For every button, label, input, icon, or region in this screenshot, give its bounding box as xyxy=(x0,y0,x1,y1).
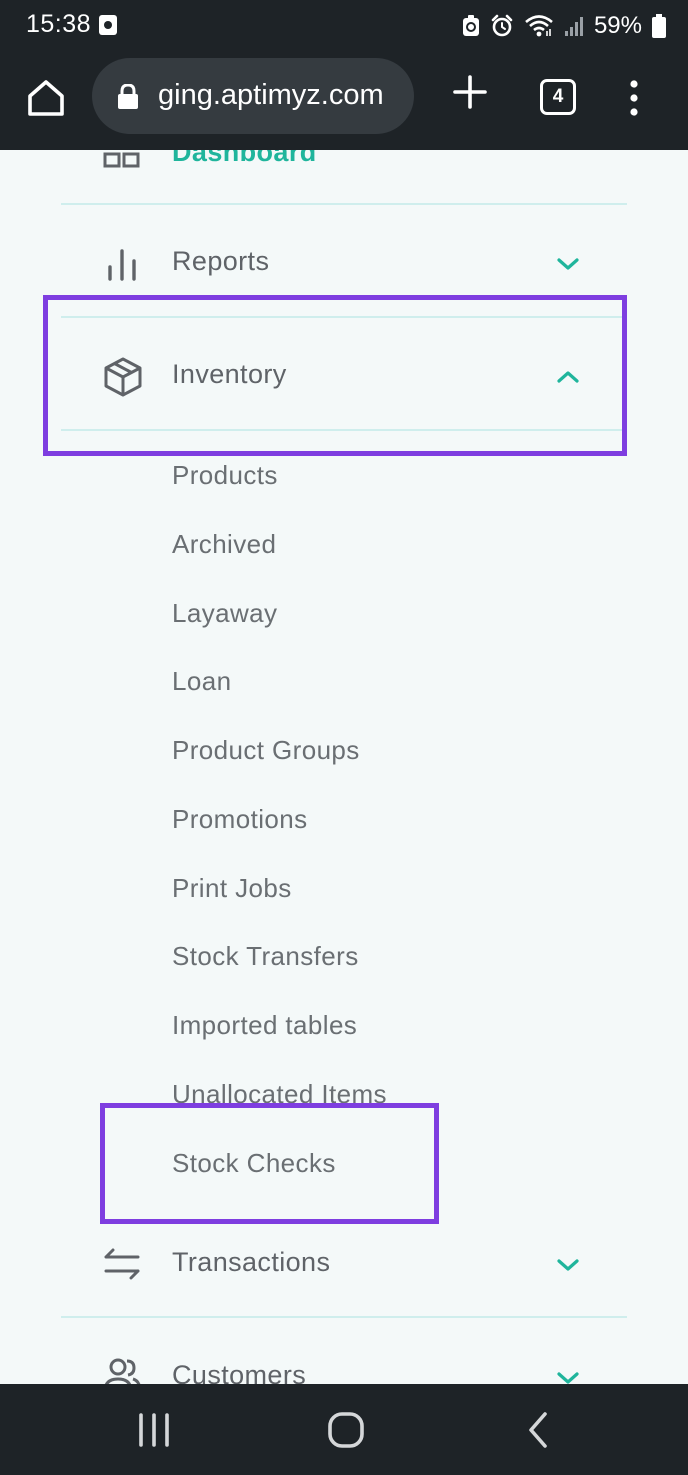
divider xyxy=(61,1316,627,1318)
home-icon[interactable] xyxy=(24,76,68,120)
tab-switcher-button[interactable]: 4 xyxy=(540,79,576,115)
notification-icon xyxy=(99,15,117,35)
recent-apps-icon[interactable] xyxy=(130,1406,178,1454)
sub-item-archived[interactable]: Archived xyxy=(172,529,276,560)
sub-item-stock-transfers[interactable]: Stock Transfers xyxy=(172,941,359,972)
battery-percentage: 59% xyxy=(593,12,642,39)
side-menu: Dashboard Reports Inventory Products Arc… xyxy=(0,150,688,1384)
home-button-icon[interactable] xyxy=(322,1406,370,1454)
sub-item-product-groups[interactable]: Product Groups xyxy=(172,735,360,766)
alarm-icon xyxy=(491,14,513,37)
status-time: 15:38 xyxy=(26,10,92,38)
system-navigation-bar xyxy=(0,1384,688,1475)
wifi-icon xyxy=(525,15,553,37)
new-tab-icon[interactable] xyxy=(452,74,488,110)
users-icon xyxy=(105,1358,141,1384)
more-options-icon[interactable] xyxy=(624,78,644,118)
nav-item-dashboard[interactable]: Dashboard xyxy=(172,150,317,168)
status-icons: 59% xyxy=(462,10,666,42)
dashboard-icon xyxy=(103,152,140,168)
browser-toolbar: ging.aptimyz.com 4 xyxy=(0,52,688,150)
swap-arrows-icon xyxy=(104,1248,140,1280)
chevron-down-icon[interactable] xyxy=(554,254,582,274)
status-bar: 15:38 59% xyxy=(0,0,688,52)
address-bar[interactable]: ging.aptimyz.com xyxy=(92,58,414,134)
sub-item-imported-tables[interactable]: Imported tables xyxy=(172,1010,357,1041)
signal-icon xyxy=(564,17,583,36)
sub-item-promotions[interactable]: Promotions xyxy=(172,804,308,835)
battery-icon xyxy=(652,14,666,38)
nav-item-customers[interactable]: Customers xyxy=(172,1360,306,1384)
url-text: ging.aptimyz.com xyxy=(158,79,384,111)
sub-item-products[interactable]: Products xyxy=(172,460,278,491)
bar-chart-icon xyxy=(108,249,136,281)
sub-item-loan[interactable]: Loan xyxy=(172,666,231,697)
chevron-down-icon[interactable] xyxy=(554,1368,582,1384)
stock-checks-highlight-box xyxy=(100,1103,439,1224)
divider xyxy=(61,203,627,205)
chevron-down-icon[interactable] xyxy=(554,1255,582,1275)
nav-item-reports[interactable]: Reports xyxy=(172,246,269,277)
nav-item-transactions[interactable]: Transactions xyxy=(172,1247,330,1278)
sub-item-print-jobs[interactable]: Print Jobs xyxy=(172,873,292,904)
sub-item-layaway[interactable]: Layaway xyxy=(172,598,277,629)
inventory-highlight-box xyxy=(43,295,627,456)
data-saver-icon xyxy=(462,15,479,36)
back-icon[interactable] xyxy=(515,1406,563,1454)
lock-icon xyxy=(118,84,138,109)
